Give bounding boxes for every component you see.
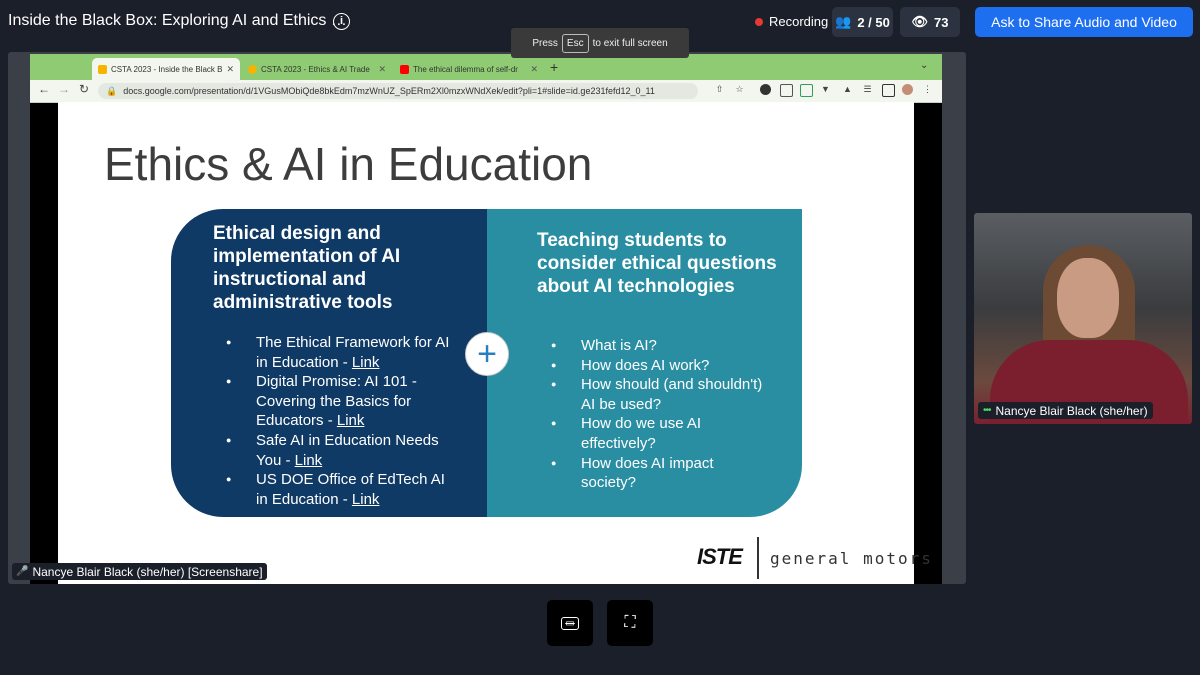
- recording-indicator: Recording: [755, 14, 828, 29]
- recording-label: Recording: [769, 14, 829, 29]
- viewers-button[interactable]: 👁 73: [900, 7, 960, 37]
- list-item: Digital Promise: AI 101 - Covering the B…: [226, 372, 456, 431]
- toast-text: Press: [532, 37, 558, 49]
- right-question-list: What is AI? How does AI work? How should…: [551, 336, 771, 493]
- url-text: docs.google.com/presentation/d/1VGusMObi…: [123, 86, 655, 96]
- webcam-person-face: [1057, 258, 1119, 338]
- viewers-count: 73: [934, 14, 949, 30]
- list-item: Safe AI in Education Needs You - Link: [226, 431, 456, 470]
- list-item: How does AI work?: [551, 356, 771, 376]
- recording-dot-icon: [755, 17, 763, 26]
- session-title: Inside the Black Box: Exploring AI and E…: [8, 12, 347, 29]
- youtube-favicon-icon: [400, 64, 409, 74]
- ask-to-share-button[interactable]: Ask to Share Audio and Video: [975, 7, 1193, 37]
- lock-icon: 🔒: [106, 85, 118, 96]
- slide-title: Ethics & AI in Education: [104, 138, 593, 190]
- mic-off-icon: 🎤: [16, 566, 29, 577]
- exit-fullscreen-toast: Press Esc to exit full screen: [511, 28, 689, 58]
- bookmark-star-icon[interactable]: ☆: [734, 84, 745, 95]
- list-item: What is AI?: [551, 336, 771, 356]
- tab-label: CSTA 2023 - Ethics & AI Trade: [261, 64, 370, 74]
- speaking-icon: •••: [983, 405, 991, 416]
- participants-button[interactable]: 👥 2 / 50: [832, 7, 893, 37]
- extension-icon[interactable]: [760, 84, 771, 95]
- kebab-menu-icon[interactable]: ⋮: [922, 84, 933, 95]
- close-icon[interactable]: ✕: [378, 64, 386, 75]
- forward-icon[interactable]: →: [58, 82, 70, 96]
- new-tab-icon[interactable]: +: [550, 59, 558, 75]
- fullscreen-icon: ⛶: [624, 614, 636, 631]
- screenshare-name-tag: 🎤 Nancye Blair Black (she/her) [Screensh…: [12, 563, 267, 580]
- camera-off-icon: ▭: [561, 616, 579, 630]
- resource-link[interactable]: Link: [337, 412, 365, 429]
- back-icon[interactable]: ←: [38, 82, 50, 96]
- vpn-icon[interactable]: ▼: [820, 84, 831, 95]
- profile-avatar[interactable]: [902, 84, 913, 95]
- browser-tab-1[interactable]: CSTA 2023 - Inside the Black B ✕: [92, 58, 240, 80]
- info-icon[interactable]: i: [333, 13, 350, 30]
- list-item: US DOE Office of EdTech AI in Education …: [226, 470, 456, 509]
- slides-favicon-icon: [248, 64, 257, 74]
- browser-tab-2[interactable]: CSTA 2023 - Ethics & AI Trade ✕: [242, 58, 392, 80]
- tab-label: The ethical dilemma of self-dr: [413, 64, 518, 74]
- left-resource-list: The Ethical Framework for AI in Educatio…: [226, 333, 456, 509]
- puzzle-icon[interactable]: ▲: [842, 84, 853, 95]
- reload-icon[interactable]: ↻: [79, 82, 89, 96]
- reading-list-icon[interactable]: ☰: [862, 84, 873, 95]
- list-item: How does AI impact society?: [551, 454, 771, 493]
- cast-icon[interactable]: [780, 84, 793, 97]
- toast-text: to exit full screen: [592, 37, 668, 49]
- camera-name-tag: ••• Nancye Blair Black (she/her): [978, 402, 1153, 419]
- side-panel-icon[interactable]: [882, 84, 895, 97]
- plus-icon: +: [465, 332, 509, 376]
- resource-link[interactable]: Link: [352, 354, 380, 371]
- url-field[interactable]: 🔒 docs.google.com/presentation/d/1VGusMO…: [98, 83, 698, 99]
- participants-count: 2 / 50: [857, 14, 890, 30]
- screencast-icon[interactable]: [800, 84, 813, 97]
- share-icon[interactable]: ⇧: [714, 84, 725, 95]
- screenshare-name: Nancye Blair Black (she/her) [Screenshar…: [32, 564, 263, 579]
- iste-logo: ISTE: [697, 544, 743, 569]
- gm-logo: general motors: [770, 549, 933, 568]
- close-icon[interactable]: ✕: [530, 64, 538, 75]
- right-heading: Teaching students to consider ethical qu…: [537, 230, 777, 297]
- people-icon: 👥: [835, 14, 852, 29]
- camera-name: Nancye Blair Black (she/her): [995, 403, 1148, 418]
- resource-link[interactable]: Link: [295, 452, 323, 469]
- resource-link[interactable]: Link: [352, 491, 380, 508]
- slides-favicon-icon: [98, 64, 107, 74]
- list-item: How should (and shouldn't) AI be used?: [551, 375, 771, 414]
- chevron-down-icon[interactable]: ⌄: [920, 60, 928, 71]
- close-icon[interactable]: ✕: [226, 64, 234, 75]
- eye-icon: 👁: [911, 14, 929, 29]
- list-item: The Ethical Framework for AI in Educatio…: [226, 333, 456, 372]
- fullscreen-button[interactable]: ⛶: [607, 600, 653, 646]
- logo-divider: [757, 537, 759, 579]
- tab-label: CSTA 2023 - Inside the Black B: [111, 64, 223, 74]
- browser-tab-3[interactable]: The ethical dilemma of self-dr ✕: [394, 58, 544, 80]
- left-heading: Ethical design and implementation of AI …: [213, 223, 401, 313]
- esc-key: Esc: [561, 33, 589, 53]
- camera-off-button[interactable]: ▭: [547, 600, 593, 646]
- list-item: How do we use AI effectively?: [551, 414, 771, 453]
